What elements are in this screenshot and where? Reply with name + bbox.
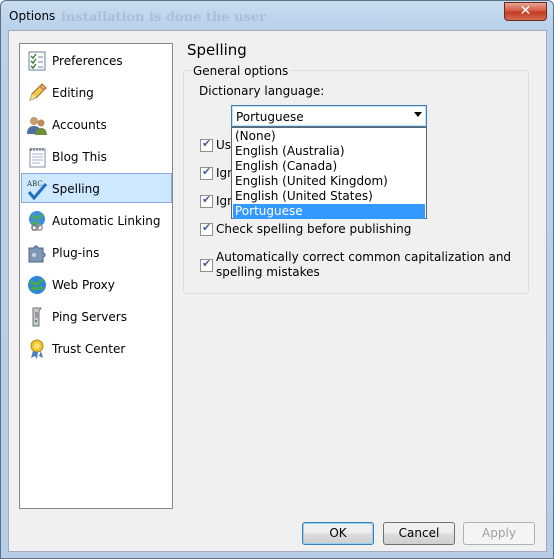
close-icon: ✕ bbox=[519, 3, 532, 19]
dropdown-option[interactable]: (None) bbox=[233, 129, 425, 144]
nav-item-web-proxy[interactable]: Web Proxy bbox=[22, 270, 171, 300]
users-icon bbox=[27, 117, 47, 135]
nav-label: Plug-ins bbox=[52, 246, 100, 260]
dictionary-language-label: Dictionary language: bbox=[199, 84, 325, 98]
svg-text:ABC: ABC bbox=[26, 180, 43, 188]
nav-label: Trust Center bbox=[52, 342, 126, 356]
pencil-icon bbox=[29, 83, 47, 101]
nav-item-plug-ins[interactable]: Plug-ins bbox=[22, 238, 171, 268]
checklist-icon bbox=[28, 51, 46, 71]
dropdown-option[interactable]: English (Australia) bbox=[233, 144, 425, 159]
nav-label: Preferences bbox=[52, 54, 123, 68]
group-label: General options bbox=[191, 64, 291, 78]
options-category-list: Preferences Editing Accounts Blog This A… bbox=[19, 43, 173, 509]
dialog-client-area: Preferences Editing Accounts Blog This A… bbox=[8, 30, 547, 552]
check-before-publishing-checkbox[interactable] bbox=[200, 221, 213, 236]
dictionary-language-dropdown: (None) English (Australia) English (Cana… bbox=[231, 127, 427, 219]
dropdown-option[interactable]: English (Canada) bbox=[233, 159, 425, 174]
selected-value: Portuguese bbox=[236, 110, 304, 124]
ok-button[interactable]: OK bbox=[302, 522, 374, 545]
nav-label: Accounts bbox=[52, 118, 107, 132]
checkbox-label-line2: spelling mistakes bbox=[216, 265, 320, 279]
auto-correct-checkbox[interactable] bbox=[200, 257, 213, 272]
checkbox-label: Check spelling before publishing bbox=[216, 222, 412, 236]
nav-item-editing[interactable]: Editing bbox=[22, 78, 171, 108]
nav-item-ping-servers[interactable]: Ping Servers bbox=[22, 302, 171, 332]
nav-label: Editing bbox=[52, 86, 94, 100]
nav-item-blog-this[interactable]: Blog This bbox=[22, 142, 171, 172]
nav-label: Spelling bbox=[52, 182, 100, 196]
nav-label: Web Proxy bbox=[52, 278, 115, 292]
chevron-down-icon bbox=[414, 112, 422, 117]
cancel-button[interactable]: Cancel bbox=[383, 522, 455, 545]
window-title: Options bbox=[9, 9, 56, 23]
checkbox[interactable] bbox=[200, 165, 213, 180]
background-window-text: installation is done the user bbox=[61, 10, 266, 25]
nav-label: Blog This bbox=[52, 150, 107, 164]
checkbox[interactable] bbox=[200, 137, 213, 152]
nav-label: Automatic Linking bbox=[52, 214, 161, 228]
certificate-icon bbox=[30, 339, 44, 359]
spellcheck-icon: ABC bbox=[26, 180, 48, 200]
apply-button[interactable]: Apply bbox=[463, 522, 535, 545]
nav-item-accounts[interactable]: Accounts bbox=[22, 110, 171, 140]
checkbox[interactable] bbox=[200, 193, 213, 208]
nav-item-automatic-linking[interactable]: Automatic Linking bbox=[22, 206, 171, 236]
notepad-icon bbox=[29, 148, 46, 168]
nav-label: Ping Servers bbox=[52, 310, 127, 324]
dropdown-option-selected[interactable]: Portuguese bbox=[233, 204, 425, 219]
options-window: Options installation is done the user ✕ … bbox=[0, 0, 554, 559]
dropdown-option[interactable]: English (United States) bbox=[233, 189, 425, 204]
page-title: Spelling bbox=[187, 41, 247, 59]
checkbox-label: Automatically correct common capitalizat… bbox=[216, 250, 512, 264]
puzzle-icon bbox=[28, 245, 46, 263]
globe-link-icon bbox=[29, 211, 45, 231]
title-bar[interactable]: Options installation is done the user ✕ bbox=[1, 1, 553, 31]
dropdown-option[interactable]: English (United Kingdom) bbox=[233, 174, 425, 189]
globe-icon bbox=[28, 276, 46, 294]
nav-item-spelling[interactable]: ABC Spelling bbox=[21, 173, 172, 203]
server-icon bbox=[32, 307, 42, 327]
dictionary-language-select[interactable]: Portuguese bbox=[231, 105, 427, 127]
nav-item-trust-center[interactable]: Trust Center bbox=[22, 334, 171, 364]
close-button[interactable]: ✕ bbox=[504, 2, 547, 21]
nav-item-preferences[interactable]: Preferences bbox=[22, 46, 171, 76]
